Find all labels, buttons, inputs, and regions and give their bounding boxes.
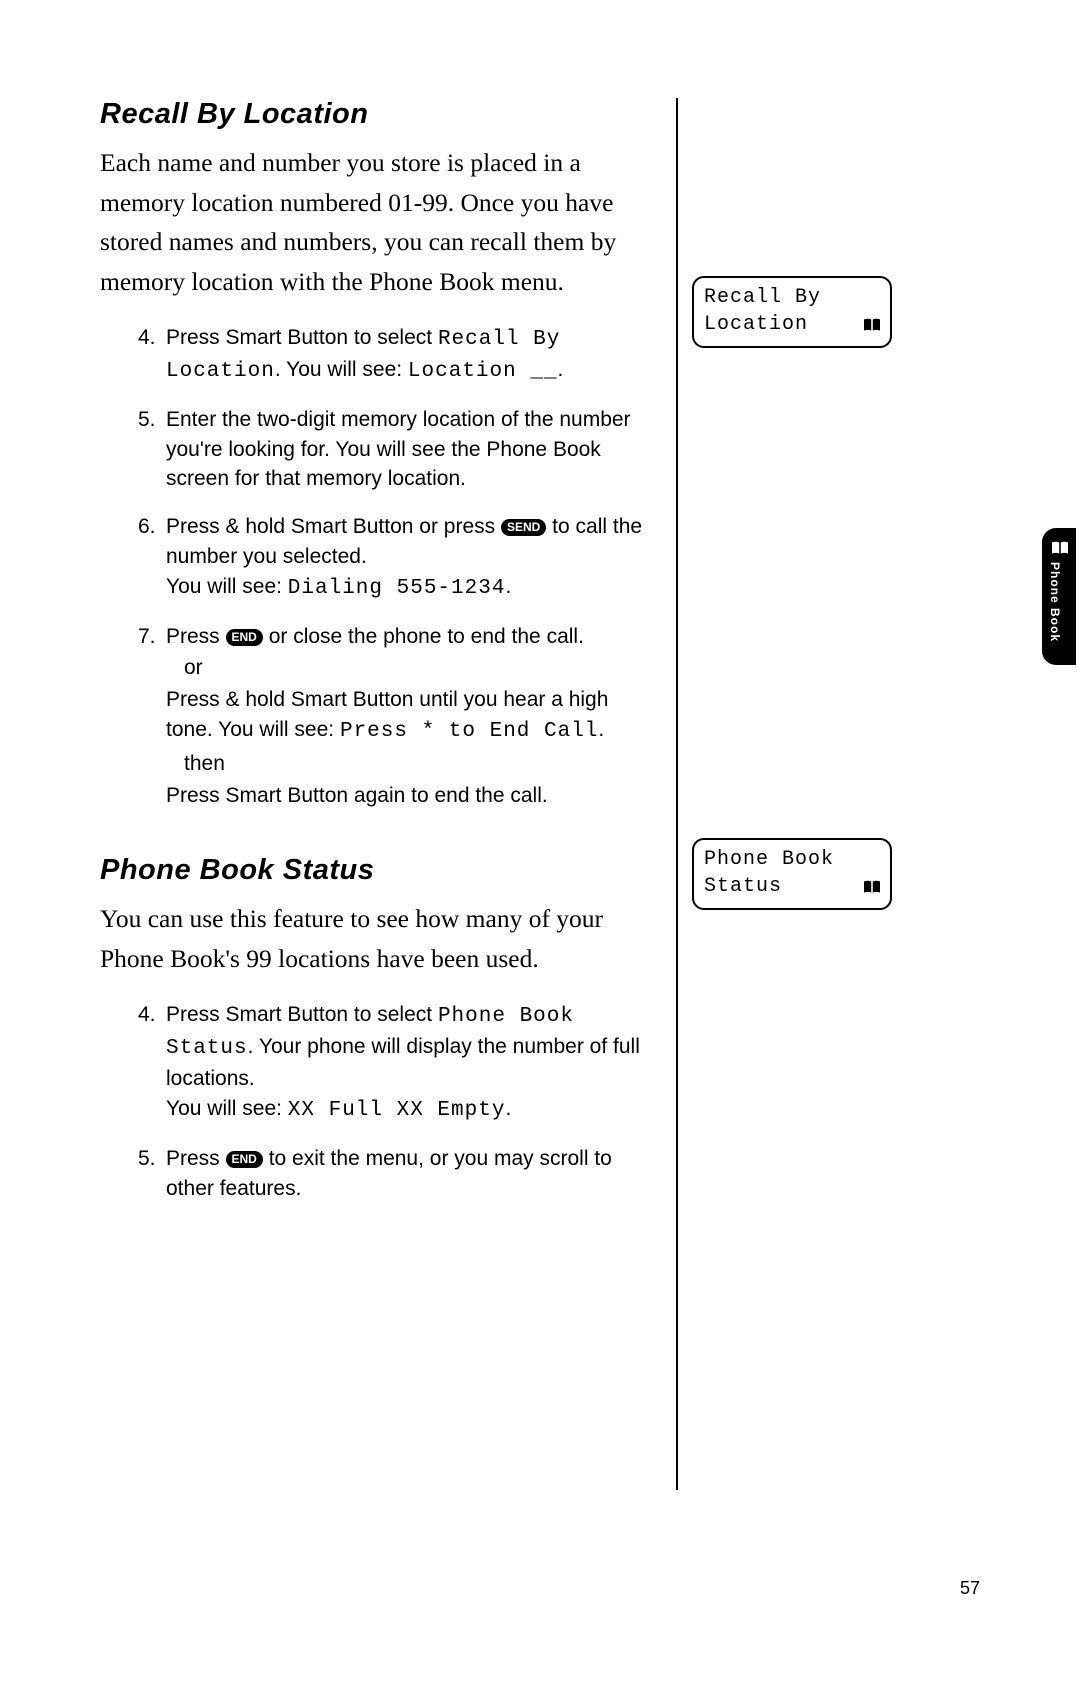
step-text: . You will see:	[275, 358, 408, 381]
section-tab-phone-book: Phone Book	[1042, 528, 1076, 665]
book-icon	[1050, 540, 1068, 556]
step-text: .	[505, 1097, 511, 1120]
step-number: 6.	[138, 512, 156, 542]
then-label: then	[184, 749, 650, 779]
step-number: 5.	[138, 1144, 156, 1174]
step-text: .	[505, 575, 511, 598]
screen-phone-book-status: Phone Book Status	[692, 838, 892, 910]
step-text: Press	[166, 625, 226, 648]
main-column: Recall By Location Each name and number …	[100, 98, 650, 1221]
intro-recall-by-location: Each name and number you store is placed…	[100, 143, 650, 301]
book-icon	[862, 879, 880, 895]
tab-label: Phone Book	[1048, 562, 1062, 642]
lcd-text: Press * to End Call	[340, 720, 598, 743]
lcd-text: Location __	[408, 360, 558, 383]
steps-recall-by-location: 4. Press Smart Button to select Recall B…	[166, 323, 650, 810]
screen-recall-by-location: Recall By Location	[692, 276, 892, 348]
send-key-icon: SEND	[501, 519, 546, 536]
step-4b: 4. Press Smart Button to select Phone Bo…	[166, 1000, 650, 1125]
end-key-icon: END	[226, 1151, 263, 1168]
book-icon	[862, 317, 880, 333]
screen-line2: Status	[704, 873, 782, 900]
step-number: 4.	[138, 323, 156, 353]
step-number: 7.	[138, 622, 156, 652]
end-key-icon: END	[226, 629, 263, 646]
side-column: Recall By Location Phone Book Status Pho…	[676, 98, 986, 1490]
step-7: 7. Press END or close the phone to end t…	[166, 622, 650, 811]
or-label: or	[184, 653, 650, 683]
step-number: 5.	[138, 405, 156, 435]
step-number: 4.	[138, 1000, 156, 1030]
step-text: Press Smart Button again to end the call…	[166, 784, 548, 807]
step-text: Press	[166, 1147, 226, 1170]
step-5: 5. Enter the two-digit memory location o…	[166, 405, 650, 494]
screen-line2: Location	[704, 311, 808, 338]
step-text: .	[558, 358, 564, 381]
step-text: You will see:	[166, 575, 288, 598]
intro-phone-book-status: You can use this feature to see how many…	[100, 899, 650, 978]
screen-line1: Phone Book	[704, 846, 880, 873]
step-text: Press & hold Smart Button or press	[166, 515, 501, 538]
step-text: Press Smart Button to select	[166, 326, 438, 349]
step-text: You will see:	[166, 1097, 288, 1120]
page-number: 57	[960, 1578, 980, 1599]
heading-phone-book-status: Phone Book Status	[100, 854, 650, 887]
step-text: or close the phone to end the call.	[263, 625, 584, 648]
step-text: Press Smart Button to select	[166, 1003, 438, 1026]
lcd-text: Dialing 555-1234	[288, 577, 506, 600]
screen-line1: Recall By	[704, 284, 880, 311]
heading-recall-by-location: Recall By Location	[100, 98, 650, 131]
lcd-text: XX Full XX Empty	[288, 1099, 506, 1122]
step-5b: 5. Press END to exit the menu, or you ma…	[166, 1144, 650, 1204]
step-4: 4. Press Smart Button to select Recall B…	[166, 323, 650, 387]
step-text: Enter the two-digit memory location of t…	[166, 408, 631, 491]
step-text: .	[598, 718, 604, 741]
steps-phone-book-status: 4. Press Smart Button to select Phone Bo…	[166, 1000, 650, 1203]
step-6: 6. Press & hold Smart Button or press SE…	[166, 512, 650, 603]
